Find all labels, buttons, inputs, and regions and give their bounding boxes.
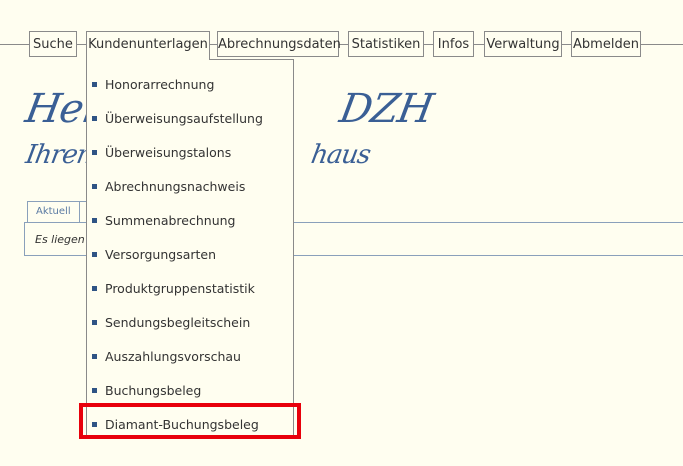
menu-item-produktgruppenstatistik[interactable]: Produktgruppenstatistik <box>87 268 293 302</box>
panel-message: Es liegen <box>35 233 85 246</box>
nav-item-statistiken[interactable]: Statistiken <box>348 31 424 57</box>
menu-item-diamant-buchungsbeleg[interactable]: Diamant-Buchungsbeleg <box>87 404 293 438</box>
bullet-icon <box>92 252 97 257</box>
main-navigation: Suche Kundenunterlagen Abrechnungsdaten … <box>0 31 683 60</box>
menu-item-buchungsbeleg[interactable]: Buchungsbeleg <box>87 370 293 404</box>
menu-item-label: Summenabrechnung <box>105 213 236 228</box>
menu-item-auszahlungsvorschau[interactable]: Auszahlungsvorschau <box>87 336 293 370</box>
bullet-icon <box>92 184 97 189</box>
menu-item-label: Produktgruppenstatistik <box>105 281 255 296</box>
tab-aktuell[interactable]: Aktuell <box>27 201 80 223</box>
nav-item-kundenunterlagen[interactable]: Kundenunterlagen <box>86 31 210 60</box>
bullet-icon <box>92 354 97 359</box>
bullet-icon <box>92 422 97 427</box>
kundenunterlagen-dropdown-menu: Honorarrechnung Überweisungsaufstellung … <box>86 59 294 439</box>
bullet-icon <box>92 286 97 291</box>
menu-item-summenabrechnung[interactable]: Summenabrechnung <box>87 200 293 234</box>
menu-item-versorgungsarten[interactable]: Versorgungsarten <box>87 234 293 268</box>
menu-item-label: Buchungsbeleg <box>105 383 202 398</box>
menu-item-label: Abrechnungsnachweis <box>105 179 246 194</box>
menu-item-abrechnungsnachweis[interactable]: Abrechnungsnachweis <box>87 166 293 200</box>
menu-item-label: Auszahlungsvorschau <box>105 349 241 364</box>
nav-item-suche[interactable]: Suche <box>29 31 77 57</box>
menu-item-ueberweisungsaufstellung[interactable]: Überweisungsaufstellung <box>87 98 293 132</box>
menu-item-label: Versorgungsarten <box>105 247 217 262</box>
menu-item-label: Überweisungstalons <box>105 145 232 160</box>
nav-item-infos[interactable]: Infos <box>433 31 474 57</box>
nav-item-abrechnungsdaten[interactable]: Abrechnungsdaten <box>217 31 341 57</box>
bullet-icon <box>92 320 97 325</box>
menu-item-label: Honorarrechnung <box>105 77 215 92</box>
menu-item-honorarrechnung[interactable]: Honorarrechnung <box>87 64 293 98</box>
menu-item-ueberweisungstalons[interactable]: Überweisungstalons <box>87 132 293 166</box>
bullet-icon <box>92 218 97 223</box>
menu-item-label: Überweisungsaufstellung <box>105 111 263 126</box>
menu-item-sendungsbegleitschein[interactable]: Sendungsbegleitschein <box>87 302 293 336</box>
bullet-icon <box>92 116 97 121</box>
bullet-icon <box>92 150 97 155</box>
menu-item-label: Diamant-Buchungsbeleg <box>105 417 259 432</box>
menu-item-label: Sendungsbegleitschein <box>105 315 251 330</box>
bullet-icon <box>92 82 97 87</box>
nav-item-abmelden[interactable]: Abmelden <box>571 31 641 57</box>
nav-item-verwaltung[interactable]: Verwaltung <box>484 31 562 57</box>
bullet-icon <box>92 388 97 393</box>
